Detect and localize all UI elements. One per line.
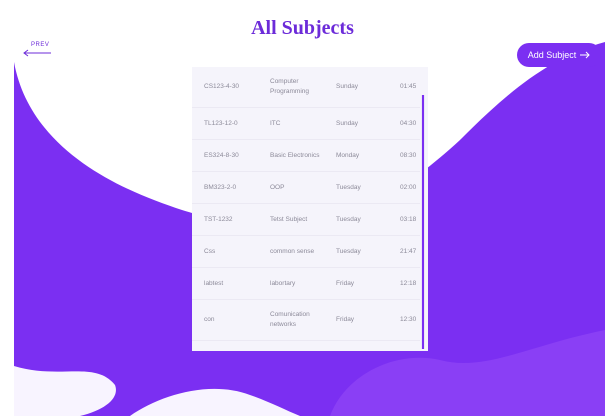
add-subject-label: Add Subject	[527, 50, 577, 60]
subject-code: ES324-8-30	[204, 151, 239, 159]
subject-name: Tetst Subject	[270, 215, 308, 223]
subject-day: Friday	[336, 279, 355, 287]
subject-time: 21:47	[400, 247, 417, 255]
table-row[interactable]: ES324-8-30 Basic Electronics Monday 08:3…	[192, 140, 420, 172]
prev-link[interactable]: PREV	[22, 42, 52, 58]
subject-time: 12:30	[400, 316, 417, 323]
arrow-right-icon	[580, 51, 590, 59]
subject-code: TL123-12-0	[204, 119, 238, 127]
subjects-table: CS123-4-30 Computer Programming Sunday 0…	[192, 67, 428, 351]
subject-time: 12:18	[400, 279, 417, 287]
subject-name: OOP	[270, 183, 285, 191]
subject-time: 08:30	[400, 151, 417, 159]
arrow-left-icon	[23, 49, 51, 57]
subject-code: labtest	[204, 279, 224, 287]
subject-time: 03:18	[400, 215, 417, 223]
subject-code: BM323-2-0	[204, 183, 237, 191]
subject-time: 04:30	[400, 119, 417, 127]
subject-time: 02:00	[400, 183, 417, 191]
subject-name: Computer Programming	[270, 78, 310, 95]
subjects-table-body: CS123-4-30 Computer Programming Sunday 0…	[192, 67, 420, 341]
table-row[interactable]: CS123-4-30 Computer Programming Sunday 0…	[192, 67, 420, 108]
subject-name: ITC	[270, 119, 281, 127]
subject-day: Tuesday	[336, 247, 361, 255]
table-row[interactable]: BM323-2-0 OOP Tuesday 02:00	[192, 172, 420, 204]
add-subject-button[interactable]: Add Subject	[517, 43, 601, 67]
subject-day: Sunday	[336, 119, 359, 127]
subject-day: Friday	[336, 316, 355, 323]
table-row[interactable]: labtest labortary Friday 12:18	[192, 268, 420, 300]
table-row[interactable]: Css common sense Tuesday 21:47	[192, 236, 420, 268]
subject-code: Css	[204, 247, 216, 255]
subject-code: TST-1232	[204, 215, 233, 223]
subject-name: common sense	[270, 247, 315, 255]
subject-code: CS123-4-30	[204, 83, 240, 90]
page-title: All Subjects	[251, 17, 354, 39]
subject-code: con	[204, 316, 215, 323]
table-row[interactable]: TL123-12-0 ITC Sunday 04:30	[192, 108, 420, 140]
table-row[interactable]: TST-1232 Tetst Subject Tuesday 03:18	[192, 204, 420, 236]
prev-label: PREV	[31, 42, 50, 48]
scrollbar-thumb[interactable]	[422, 95, 424, 349]
subject-day: Sunday	[336, 83, 359, 90]
subject-day: Tuesday	[336, 183, 361, 191]
subject-name: Basic Electronics	[270, 151, 320, 159]
subject-day: Monday	[336, 151, 360, 159]
subject-name: Comunication networks	[270, 311, 310, 328]
subject-day: Tuesday	[336, 215, 361, 223]
table-row[interactable]: con Comunication networks Friday 12:30	[192, 300, 420, 341]
subject-time: 01:45	[400, 83, 417, 90]
subject-name: labortary	[270, 279, 296, 287]
